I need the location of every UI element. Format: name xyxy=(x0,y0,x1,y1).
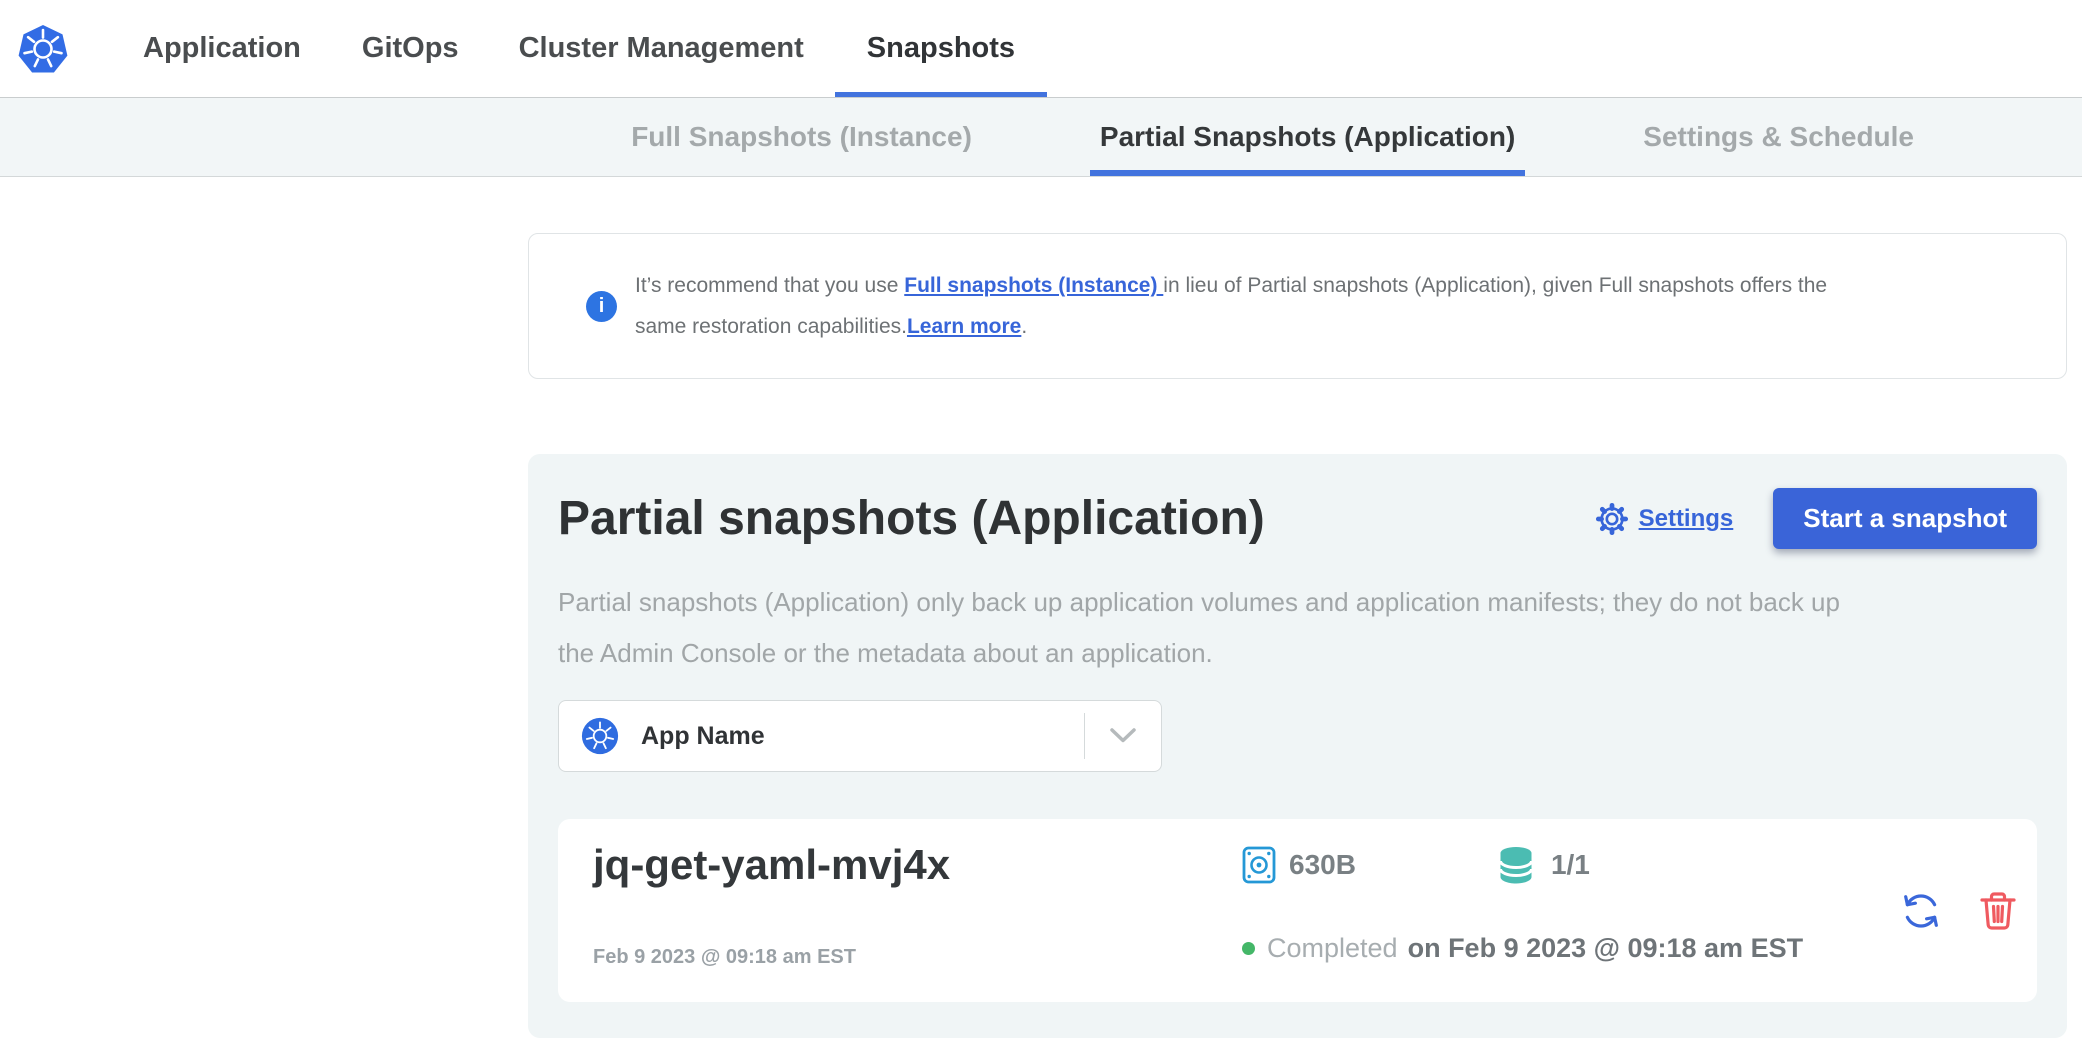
disk-icon xyxy=(1242,846,1276,884)
panel-header: Partial snapshots (Application) xyxy=(558,488,2037,549)
top-nav: Application GitOps Cluster Management Sn… xyxy=(0,0,2082,97)
settings-label: Settings xyxy=(1639,505,1734,533)
database-icon xyxy=(1494,845,1538,885)
trash-icon xyxy=(1979,890,2017,932)
kubernetes-logo-icon xyxy=(17,0,69,97)
status-detail: on Feb 9 2023 @ 09:18 am EST xyxy=(1408,933,1804,964)
snapshot-created-date: Feb 9 2023 @ 09:18 am EST xyxy=(593,946,1242,969)
snapshot-status-row: Completed on Feb 9 2023 @ 09:18 am EST xyxy=(1242,933,1887,964)
nav-item-snapshots-active[interactable]: Snapshots xyxy=(835,0,1047,97)
learn-more-link[interactable]: Learn more xyxy=(907,315,1021,338)
snapshot-size-value: 630B xyxy=(1289,849,1356,881)
restore-icon xyxy=(1897,887,1945,935)
nav-item-application[interactable]: Application xyxy=(143,0,301,97)
panel-description-line2: the Admin Console or the metadata about … xyxy=(558,638,1213,668)
gear-icon xyxy=(1595,502,1629,536)
panel-description: Partial snapshots (Application) only bac… xyxy=(558,577,2037,679)
status-badge: Completed xyxy=(1267,933,1398,964)
snapshot-volumes: 1/1 xyxy=(1494,845,1590,885)
delete-snapshot-button[interactable] xyxy=(1979,890,2017,932)
panel-actions: Settings Start a snapshot xyxy=(1595,488,2037,549)
info-alert: i It’s recommend that you use Full snaps… xyxy=(528,233,2067,379)
snapshot-name: jq-get-yaml-mvj4x xyxy=(593,842,1242,888)
nav-item-gitops[interactable]: GitOps xyxy=(362,0,459,97)
chevron-down-icon[interactable] xyxy=(1085,728,1161,744)
app-selector-dropdown[interactable]: App Name xyxy=(558,700,1162,772)
app-selector-value: App Name xyxy=(641,722,1084,751)
full-snapshots-link[interactable]: Full snapshots (Instance) xyxy=(904,274,1163,297)
snapshot-actions xyxy=(1897,842,2017,979)
settings-link[interactable]: Settings xyxy=(1595,502,1734,536)
info-icon: i xyxy=(586,291,617,322)
snapshot-row: jq-get-yaml-mvj4x Feb 9 2023 @ 09:18 am … xyxy=(558,819,2037,1002)
alert-text-part1: It’s recommend that you use xyxy=(635,274,904,297)
status-dot-icon xyxy=(1242,942,1255,955)
partial-snapshots-panel: Partial snapshots (Application) xyxy=(528,454,2067,1038)
snapshots-subnav: Full Snapshots (Instance) Partial Snapsh… xyxy=(0,97,2082,177)
panel-description-line1: Partial snapshots (Application) only bac… xyxy=(558,587,1840,617)
panel-title: Partial snapshots (Application) xyxy=(558,491,1265,547)
alert-text: It’s recommend that you use Full snapsho… xyxy=(635,265,1827,347)
app-icon xyxy=(581,717,619,755)
restore-snapshot-button[interactable] xyxy=(1897,887,1945,935)
alert-text-part2: in lieu of Partial snapshots (Applicatio… xyxy=(1163,274,1827,297)
nav-item-cluster-management[interactable]: Cluster Management xyxy=(519,0,804,97)
snapshot-size: 630B xyxy=(1242,846,1356,884)
start-snapshot-button[interactable]: Start a snapshot xyxy=(1773,488,2037,549)
snapshot-info: jq-get-yaml-mvj4x Feb 9 2023 @ 09:18 am … xyxy=(593,842,1242,979)
tab-full-snapshots[interactable]: Full Snapshots (Instance) xyxy=(621,98,982,176)
snapshot-metrics-row: 630B 1/1 xyxy=(1242,845,1887,885)
alert-text-part3: same restoration capabilities. xyxy=(635,315,907,338)
tab-partial-snapshots-active[interactable]: Partial Snapshots (Application) xyxy=(1090,98,1525,176)
tab-settings-schedule[interactable]: Settings & Schedule xyxy=(1633,98,1924,176)
alert-text-part4: . xyxy=(1021,315,1027,338)
snapshot-metrics: 630B 1/1 Completed xyxy=(1242,842,1887,979)
snapshot-volumes-value: 1/1 xyxy=(1551,849,1590,881)
